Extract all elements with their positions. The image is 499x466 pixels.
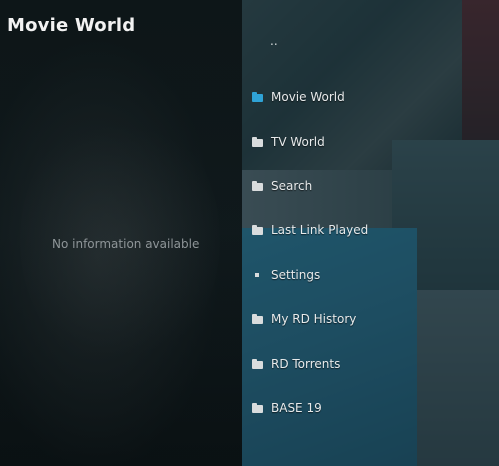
menu-item-label: Settings [271, 267, 321, 282]
parent-directory-item[interactable]: .. [270, 34, 278, 48]
menu-item-label: TV World [271, 134, 325, 149]
menu-item-label: RD Torrents [271, 356, 341, 371]
info-panel: Movie World No information available [0, 0, 242, 466]
folder-icon [252, 225, 264, 236]
info-message: No information available [52, 237, 200, 251]
folder-icon [252, 402, 264, 413]
menu-list: Movie World TV World Search Last Link Playe… [252, 75, 492, 430]
menu-item-label: BASE 19 [271, 400, 322, 415]
folder-icon [252, 180, 264, 191]
menu-item-base-19[interactable]: BASE 19 [252, 376, 492, 430]
folder-icon [252, 358, 264, 369]
folder-icon [252, 314, 264, 325]
folder-icon [252, 136, 264, 147]
window-title: Movie World [7, 15, 136, 36]
menu-item-label: Last Link Played [271, 223, 369, 238]
settings-square-icon [252, 270, 264, 280]
folder-icon [252, 92, 264, 103]
menu-item-label: Movie World [271, 90, 345, 105]
menu-item-label: My RD History [271, 312, 357, 327]
menu-item-label: Search [271, 178, 313, 193]
